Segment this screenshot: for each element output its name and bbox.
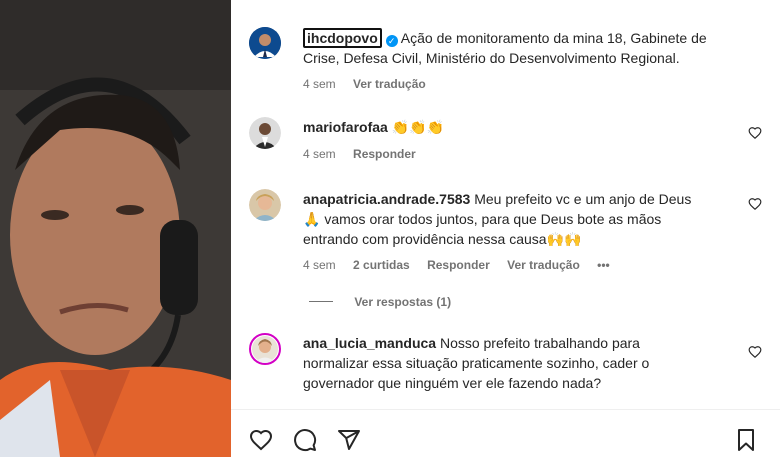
avatar-image — [252, 336, 278, 363]
comment-avatar-mariofarofaa[interactable] — [249, 117, 281, 149]
comment-text-line-1: Nosso prefeito trabalhando para — [439, 335, 640, 351]
comment-3: ana_lucia_manduca Nosso prefeito trabalh… — [303, 333, 743, 393]
comment-avatar-ana-lucia[interactable] — [249, 333, 281, 365]
post-time: 4 sem — [303, 77, 336, 91]
post-caption: ihcdopovo ✓ Ação de monitoramento da min… — [303, 28, 743, 68]
video-still-image — [0, 0, 231, 457]
see-translation-link[interactable]: Ver tradução — [353, 77, 426, 91]
post-meta: 4 sem Ver tradução — [303, 76, 743, 92]
comment-like-heart-icon[interactable] — [748, 197, 762, 211]
replies-divider-line — [309, 301, 333, 302]
heart-icon[interactable] — [249, 428, 273, 452]
bookmark-icon[interactable] — [734, 428, 758, 452]
see-translation-link[interactable]: Ver tradução — [507, 258, 580, 272]
caption-text-line-1: Ação de monitoramento da mina 18, Gabine… — [400, 30, 707, 46]
comment-text-line-3: entrando com providência nessa causa🙌🙌 — [303, 231, 582, 247]
comment-username[interactable]: ana_lucia_manduca — [303, 335, 436, 351]
verified-badge-icon: ✓ — [385, 35, 398, 47]
comment-username[interactable]: mariofarofaa — [303, 119, 388, 135]
reply-button[interactable]: Responder — [353, 147, 416, 161]
comment-text-line-1: Meu prefeito vc e um anjo de Deus — [474, 191, 692, 207]
comment-text-line-2: normalizar essa situação praticamente so… — [303, 355, 650, 371]
avatar-image — [249, 117, 281, 149]
view-replies-row[interactable]: Ver respostas (1) — [309, 294, 749, 310]
author-username[interactable]: ihcdopovo — [303, 28, 382, 48]
comment-like-heart-icon[interactable] — [748, 345, 762, 359]
comment-time: 4 sem — [303, 258, 336, 272]
reply-button[interactable]: Responder — [427, 258, 490, 272]
comment-text: 👏👏👏 — [391, 119, 444, 135]
caption-text-line-2: Crise, Defesa Civil, Ministério do Desen… — [303, 50, 680, 66]
author-avatar[interactable] — [249, 27, 281, 59]
comment-time: 4 sem — [303, 147, 336, 161]
comment-1-meta: 4 sem Responder — [303, 146, 743, 162]
likes-count[interactable]: 2 curtidas — [353, 258, 410, 272]
post-action-bar — [231, 410, 780, 457]
comment-avatar-anapatricia[interactable] — [249, 189, 281, 221]
avatar-image — [249, 27, 281, 59]
video-frame[interactable] — [0, 0, 231, 457]
comments-panel: ihcdopovo ✓ Ação de monitoramento da min… — [231, 0, 780, 457]
comment-1: mariofarofaa 👏👏👏 — [303, 117, 743, 137]
view-replies-link[interactable]: Ver respostas (1) — [354, 295, 451, 309]
comment-2: anapatricia.andrade.7583 Meu prefeito vc… — [303, 189, 743, 249]
comment-text-line-3: governador que ninguém ver ele fazendo n… — [303, 375, 602, 391]
comment-icon[interactable] — [293, 428, 317, 452]
more-options-icon[interactable]: ••• — [597, 258, 610, 272]
comment-2-meta: 4 sem 2 curtidas Responder Ver tradução … — [303, 257, 743, 273]
comment-text-line-2: 🙏 vamos orar todos juntos, para que Deus… — [303, 211, 662, 227]
comment-username[interactable]: anapatricia.andrade.7583 — [303, 191, 470, 207]
comment-like-heart-icon[interactable] — [748, 126, 762, 140]
send-icon[interactable] — [337, 428, 361, 452]
avatar-image — [249, 189, 281, 221]
